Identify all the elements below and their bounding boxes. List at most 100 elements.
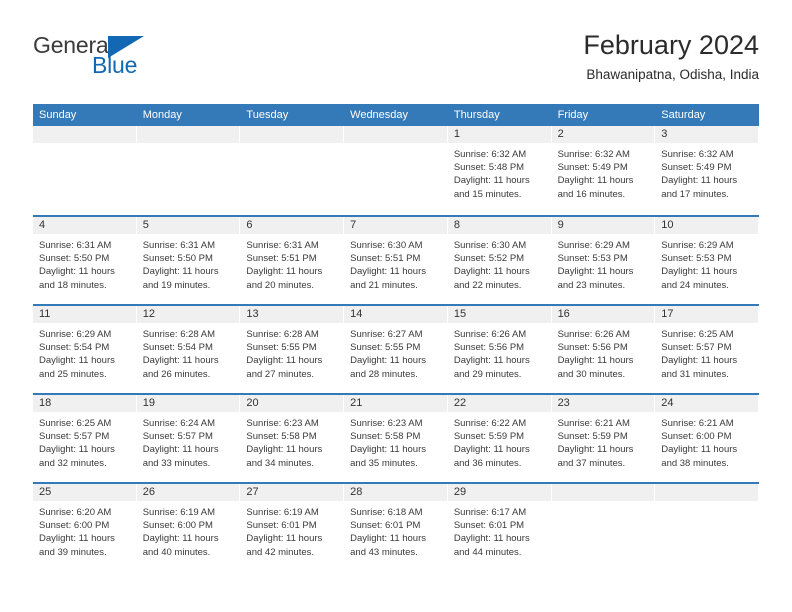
daylight-duration-line2: and 31 minutes. [661,368,729,380]
day-details: Sunrise: 6:29 AM Sunset: 5:54 PM Daylight:… [33,323,136,381]
calendar-grid: Sunday Monday Tuesday Wednesday Thursday… [33,104,759,571]
calendar-day-cell[interactable]: 26 Sunrise: 6:19 AM Sunset: 6:00 PM Dayligh… [136,484,241,571]
calendar-day-cell[interactable]: 4 Sunrise: 6:31 AM Sunset: 5:50 PM Daylight… [33,217,137,304]
calendar-day-cell-empty [551,484,656,571]
title-block: February 2024 Bhawanipatna, Odisha, Indi… [583,30,759,83]
sunset-time: Sunset: 5:51 PM [350,253,421,265]
day-number [655,484,758,501]
calendar-day-cell[interactable]: 12 Sunrise: 6:28 AM Sunset: 5:54 PM Dayligh… [136,306,241,393]
daylight-duration-line1: Daylight: 11 hours [557,355,634,367]
day-details: Sunrise: 6:21 AM Sunset: 5:59 PM Daylight:… [552,412,655,470]
calendar-day-cell[interactable]: 13 Sunrise: 6:28 AM Sunset: 5:55 PM Dayligh… [240,306,345,393]
calendar-page: General Blue February 2024 Bhawanipatna,… [0,0,792,612]
sunrise-time: Sunrise: 6:20 AM [39,507,112,518]
sunset-time: Sunset: 5:52 PM [453,253,525,265]
calendar-day-cell[interactable]: 28 Sunrise: 6:18 AM Sunset: 6:01 PM Dayligh… [344,484,448,571]
day-number: 9 [551,217,655,234]
day-details: Sunrise: 6:25 AM Sunset: 5:57 PM Daylight:… [33,412,136,470]
day-number: 13 [240,306,344,323]
sunset-time: Sunset: 5:56 PM [557,342,628,354]
weekday-header-thursday: Thursday [453,109,500,121]
calendar-day-cell[interactable]: 25 Sunrise: 6:20 AM Sunset: 6:00 PM Dayligh… [33,484,137,571]
calendar-day-cell[interactable]: 16 Sunrise: 6:26 AM Sunset: 5:56 PM Dayligh… [551,306,656,393]
calendar-day-cell[interactable]: 5 Sunrise: 6:31 AM Sunset: 5:50 PM Daylight… [136,217,241,304]
calendar-day-cell[interactable]: 8 Sunrise: 6:30 AM Sunset: 5:52 PM Daylight… [447,217,552,304]
calendar-day-cell[interactable]: 6 Sunrise: 6:31 AM Sunset: 5:51 PM Daylight… [240,217,345,304]
general-blue-logo[interactable]: General Blue [33,34,233,94]
day-number: 21 [344,395,447,412]
daylight-duration-line1: Daylight: 11 hours [39,266,115,278]
calendar-day-cell[interactable]: 2 Sunrise: 6:32 AM Sunset: 5:49 PM Daylight… [551,126,656,215]
daylight-duration-line2: and 37 minutes. [557,457,626,469]
sunrise-time: Sunrise: 6:22 AM [453,418,527,429]
day-number [33,126,136,143]
sunset-time: Sunset: 6:01 PM [453,520,525,532]
sunrise-time: Sunrise: 6:31 AM [142,240,216,251]
calendar-day-cell[interactable]: 21 Sunrise: 6:23 AM Sunset: 5:58 PM Dayligh… [344,395,448,482]
daylight-duration-line2: and 16 minutes. [557,188,626,200]
daylight-duration-line1: Daylight: 11 hours [350,266,427,278]
daylight-duration-line1: Daylight: 11 hours [453,175,530,187]
sunrise-time: Sunrise: 6:29 AM [39,329,112,340]
sunrise-time: Sunrise: 6:29 AM [661,240,734,251]
calendar-day-cell[interactable]: 23 Sunrise: 6:21 AM Sunset: 5:59 PM Dayligh… [551,395,656,482]
day-number: 2 [551,126,655,143]
day-details: Sunrise: 6:31 AM Sunset: 5:50 PM Daylight:… [137,234,240,292]
daylight-duration-line2: and 25 minutes. [39,368,107,380]
sunrise-time: Sunrise: 6:19 AM [246,507,319,518]
page-header: General Blue February 2024 Bhawanipatna,… [33,30,759,102]
calendar-day-cell[interactable]: 10 Sunrise: 6:29 AM Sunset: 5:53 PM Dayligh… [655,217,759,304]
calendar-day-cell[interactable]: 11 Sunrise: 6:29 AM Sunset: 5:54 PM Dayligh… [33,306,137,393]
calendar-day-cell[interactable]: 18 Sunrise: 6:25 AM Sunset: 5:57 PM Dayligh… [33,395,137,482]
calendar-day-cell[interactable]: 7 Sunrise: 6:30 AM Sunset: 5:51 PM Daylight… [344,217,448,304]
daylight-duration-line2: and 34 minutes. [246,457,315,469]
sunrise-time: Sunrise: 6:25 AM [39,418,112,429]
sunrise-time: Sunrise: 6:32 AM [557,149,630,160]
calendar-day-cell[interactable]: 15 Sunrise: 6:26 AM Sunset: 5:56 PM Dayligh… [447,306,552,393]
day-number: 14 [344,306,447,323]
day-details: Sunrise: 6:32 AM Sunset: 5:48 PM Daylight:… [448,143,551,201]
daylight-duration-line2: and 35 minutes. [350,457,418,469]
calendar-weeks: 1 Sunrise: 6:32 AM Sunset: 5:48 PM Daylight… [33,126,759,571]
day-details: Sunrise: 6:23 AM Sunset: 5:58 PM Daylight:… [240,412,343,470]
sunrise-time: Sunrise: 6:32 AM [661,149,734,160]
calendar-day-cell[interactable]: 19 Sunrise: 6:24 AM Sunset: 5:57 PM Dayligh… [136,395,241,482]
sunrise-time: Sunrise: 6:19 AM [142,507,216,518]
calendar-day-cell[interactable]: 22 Sunrise: 6:22 AM Sunset: 5:59 PM Dayligh… [447,395,552,482]
calendar-day-cell[interactable]: 3 Sunrise: 6:32 AM Sunset: 5:49 PM Daylight… [655,126,759,215]
sunrise-time: Sunrise: 6:30 AM [350,240,423,251]
sunset-time: Sunset: 6:00 PM [661,431,732,443]
sunset-time: Sunset: 5:55 PM [246,342,317,354]
page-title: February 2024 [583,30,759,60]
day-number: 4 [33,217,136,234]
day-details: Sunrise: 6:30 AM Sunset: 5:51 PM Daylight:… [344,234,447,292]
sunset-time: Sunset: 5:53 PM [661,253,732,265]
calendar-day-cell[interactable]: 14 Sunrise: 6:27 AM Sunset: 5:55 PM Dayligh… [344,306,448,393]
day-number: 25 [33,484,136,501]
day-number: 20 [240,395,344,412]
daylight-duration-line1: Daylight: 11 hours [142,266,219,278]
sunrise-time: Sunrise: 6:26 AM [557,329,630,340]
day-number: 10 [655,217,758,234]
sunrise-time: Sunrise: 6:18 AM [350,507,423,518]
calendar-day-cell[interactable]: 9 Sunrise: 6:29 AM Sunset: 5:53 PM Daylight… [551,217,656,304]
sunset-time: Sunset: 5:58 PM [350,431,421,443]
calendar-day-cell[interactable]: 17 Sunrise: 6:25 AM Sunset: 5:57 PM Dayligh… [655,306,759,393]
calendar-day-cell[interactable]: 20 Sunrise: 6:23 AM Sunset: 5:58 PM Dayligh… [240,395,345,482]
day-details: Sunrise: 6:26 AM Sunset: 5:56 PM Daylight:… [552,323,655,381]
daylight-duration-line2: and 17 minutes. [661,188,729,200]
daylight-duration-line1: Daylight: 11 hours [661,175,738,187]
daylight-duration-line1: Daylight: 11 hours [246,355,323,367]
calendar-week-row: 4 Sunrise: 6:31 AM Sunset: 5:50 PM Daylight… [33,215,759,304]
calendar-day-cell[interactable]: 27 Sunrise: 6:19 AM Sunset: 6:01 PM Dayligh… [240,484,345,571]
calendar-day-cell[interactable]: 1 Sunrise: 6:32 AM Sunset: 5:48 PM Daylight… [447,126,552,215]
calendar-day-cell[interactable]: 24 Sunrise: 6:21 AM Sunset: 6:00 PM Dayligh… [655,395,759,482]
sunset-time: Sunset: 5:59 PM [453,431,525,443]
sunset-time: Sunset: 5:54 PM [39,342,110,354]
calendar-day-cell[interactable]: 29 Sunrise: 6:17 AM Sunset: 6:01 PM Dayligh… [447,484,552,571]
day-details: Sunrise: 6:32 AM Sunset: 5:49 PM Daylight:… [552,143,655,201]
weekday-header-saturday: Saturday [661,109,706,121]
sunrise-time: Sunrise: 6:21 AM [557,418,630,429]
sunset-time: Sunset: 5:57 PM [39,431,110,443]
sunset-time: Sunset: 6:01 PM [350,520,421,532]
